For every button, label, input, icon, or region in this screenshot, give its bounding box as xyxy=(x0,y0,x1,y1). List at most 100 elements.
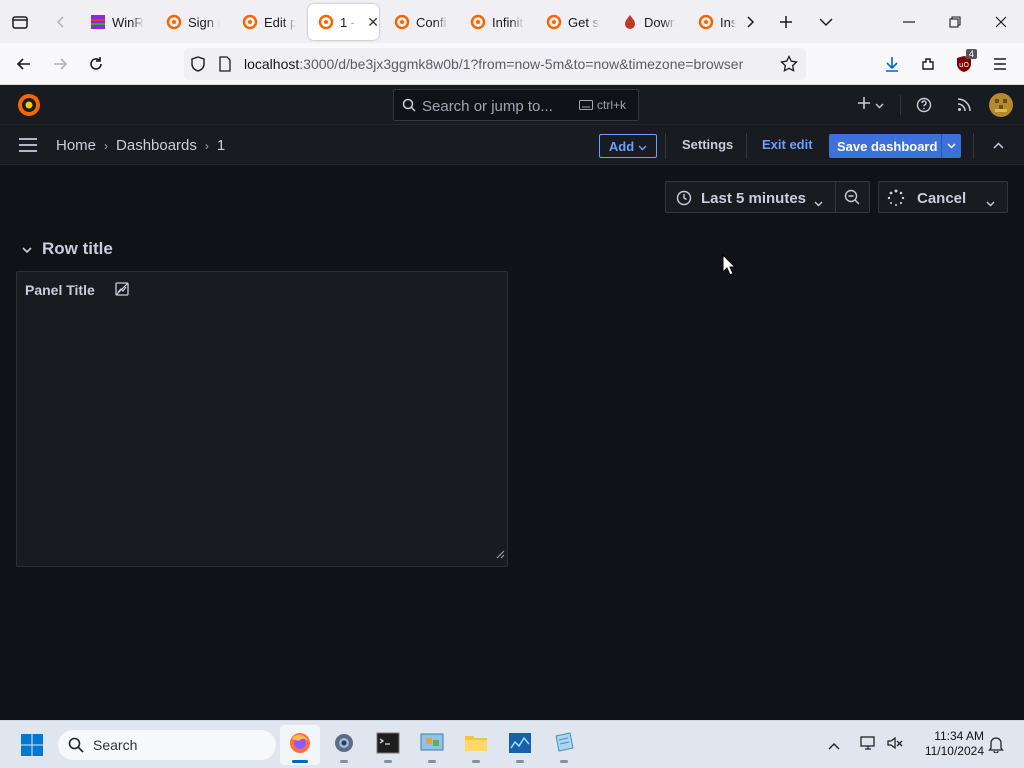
grafana-icon xyxy=(166,14,182,30)
breadcrumb-dashboards[interactable]: Dashboards xyxy=(116,137,197,154)
clock-date: 11/10/2024 xyxy=(924,744,984,758)
tab-label: Get st xyxy=(568,14,600,30)
ublock-origin-icon[interactable]: uO 4 xyxy=(946,43,982,85)
menu-hamburger-icon[interactable] xyxy=(16,125,40,165)
running-indicator xyxy=(292,760,308,763)
taskbar-firefox[interactable] xyxy=(280,725,320,765)
browser-tab[interactable]: Edit p xyxy=(232,4,304,40)
divider xyxy=(746,133,747,159)
firefox-icon xyxy=(288,731,312,760)
network-display-icon[interactable] xyxy=(860,735,878,756)
grafana-top-bar: Search or jump to... ctrl+k xyxy=(0,85,1024,125)
breadcrumb-separator-icon: › xyxy=(104,138,109,153)
browser-tab-active[interactable]: 1 - ✕ xyxy=(308,4,379,40)
browser-tab[interactable]: Confi xyxy=(384,4,456,40)
running-indicator xyxy=(516,760,524,763)
system-clock[interactable]: 11:34 AM 11/10/2024 xyxy=(914,729,984,759)
dashboard-panel[interactable]: Panel Title xyxy=(16,271,508,567)
url-text[interactable]: localhost:3000/d/be3jx3ggmk8w0b/1?from=n… xyxy=(244,56,743,72)
notepad-icon xyxy=(552,731,576,759)
bookmark-star-icon[interactable] xyxy=(780,55,798,78)
list-all-tabs-icon[interactable] xyxy=(810,0,842,43)
tab-scroll-right-icon[interactable] xyxy=(738,0,762,43)
exit-edit-button[interactable]: Exit edit xyxy=(762,137,813,152)
grafana-icon xyxy=(698,14,714,30)
grafana-logo-icon[interactable] xyxy=(14,85,44,125)
help-icon[interactable] xyxy=(912,85,936,125)
divider xyxy=(665,133,666,159)
tab-overview-icon[interactable] xyxy=(0,0,40,43)
restore-icon[interactable] xyxy=(932,0,978,43)
downloads-icon[interactable] xyxy=(874,43,910,85)
browser-tab[interactable]: Get st xyxy=(536,4,608,40)
settings-button[interactable]: Settings xyxy=(682,137,733,152)
browser-tab[interactable]: WinR xyxy=(80,4,152,40)
taskbar-control-panel[interactable] xyxy=(412,725,452,765)
browser-nav-bar: localhost:3000/d/be3jx3ggmk8w0b/1?from=n… xyxy=(0,43,1024,85)
taskbar-settings[interactable] xyxy=(324,725,364,765)
extensions-icon[interactable] xyxy=(910,43,946,85)
control-panel-icon xyxy=(420,732,444,759)
dashboard-row-header[interactable]: Row title xyxy=(22,239,113,259)
user-avatar[interactable] xyxy=(988,85,1014,125)
app-menu-icon[interactable] xyxy=(982,43,1018,85)
divider xyxy=(973,133,974,159)
tab-label: Edit p xyxy=(264,14,296,30)
taskbar-file-explorer[interactable] xyxy=(456,725,496,765)
show-hidden-icons-chevron-icon[interactable] xyxy=(828,737,840,755)
cancel-refresh-button[interactable]: Cancel xyxy=(878,181,1008,213)
url-path: :3000/d/be3jx3ggmk8w0b/1?from=now-5m&to=… xyxy=(299,56,744,72)
volume-muted-icon[interactable] xyxy=(886,735,904,756)
forward-icon[interactable] xyxy=(42,43,78,85)
grafana-icon xyxy=(470,14,486,30)
tracking-shield-icon[interactable] xyxy=(190,56,206,77)
tab-label: Infinit xyxy=(492,14,524,30)
grafana-icon xyxy=(318,14,334,30)
reload-icon[interactable] xyxy=(78,43,114,85)
search-bar[interactable]: Search or jump to... ctrl+k xyxy=(393,89,639,121)
browser-tab[interactable]: Sign i xyxy=(156,4,228,40)
taskbar-terminal[interactable] xyxy=(368,725,408,765)
resize-handle-icon[interactable] xyxy=(495,546,505,564)
shortcut-label: ctrl+k xyxy=(597,98,627,112)
add-button[interactable]: Add xyxy=(599,134,657,158)
download-flame-icon xyxy=(622,14,638,30)
breadcrumb-separator-icon: › xyxy=(204,138,209,153)
breadcrumb-home[interactable]: Home xyxy=(56,137,96,154)
browser-tab[interactable]: Down xyxy=(612,4,684,40)
notification-bell-icon[interactable] xyxy=(988,735,1004,758)
running-indicator xyxy=(560,760,568,763)
grafana-icon xyxy=(394,14,410,30)
save-dashboard-button[interactable]: Save dashboard xyxy=(829,134,961,158)
svg-text:uO: uO xyxy=(959,61,969,69)
url-bar[interactable]: localhost:3000/d/be3jx3ggmk8w0b/1?from=n… xyxy=(184,48,806,80)
browser-tab[interactable]: Infinit xyxy=(460,4,532,40)
taskbar-notepad[interactable] xyxy=(544,725,584,765)
minimize-icon[interactable] xyxy=(886,0,932,43)
tab-label: Confi xyxy=(416,14,447,30)
start-button-windows-icon[interactable] xyxy=(12,725,52,765)
close-window-icon[interactable] xyxy=(978,0,1024,43)
news-rss-icon[interactable] xyxy=(952,85,976,125)
save-options-chevron-icon[interactable] xyxy=(941,134,961,158)
page-info-icon[interactable] xyxy=(218,56,232,77)
zoom-out-icon[interactable] xyxy=(844,189,860,210)
time-range-picker[interactable]: Last 5 minutes xyxy=(665,181,870,213)
chevron-down-icon[interactable] xyxy=(986,194,995,212)
grafana-icon xyxy=(242,14,258,30)
browser-tab[interactable]: Ins xyxy=(688,4,736,40)
taskbar-search-box[interactable]: Search xyxy=(58,730,276,760)
grafana-icon xyxy=(546,14,562,30)
chevron-down-icon xyxy=(814,194,823,212)
divider xyxy=(835,182,836,212)
tab-scroll-left-icon[interactable] xyxy=(48,0,74,43)
collapse-toolbar-chevron-up-icon[interactable] xyxy=(988,125,1008,165)
terminal-icon xyxy=(376,732,400,759)
close-tab-icon[interactable]: ✕ xyxy=(367,14,379,31)
back-icon[interactable] xyxy=(6,43,42,85)
new-menu-button[interactable] xyxy=(850,85,890,125)
tab-label: Down xyxy=(644,14,676,30)
collapse-row-chevron-icon[interactable] xyxy=(22,239,32,259)
new-tab-icon[interactable] xyxy=(770,0,802,43)
taskbar-resource-monitor[interactable] xyxy=(500,725,540,765)
